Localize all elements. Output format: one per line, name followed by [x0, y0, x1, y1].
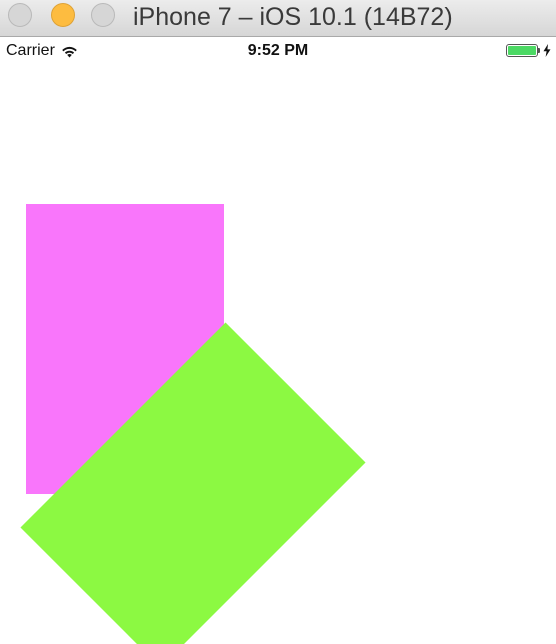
window-title: iPhone 7 – iOS 10.1 (14B72): [133, 3, 453, 31]
carrier-indicator: Carrier: [6, 42, 78, 60]
carrier-label: Carrier: [6, 42, 55, 59]
close-window-button[interactable]: [8, 3, 32, 27]
battery-tip: [538, 48, 540, 53]
status-time: 9:52 PM: [247, 42, 309, 59]
window-titlebar: iPhone 7 – iOS 10.1 (14B72): [0, 0, 556, 37]
charging-bolt-icon: [543, 44, 551, 57]
wifi-icon: [62, 46, 77, 57]
zoom-window-button[interactable]: [91, 3, 115, 27]
app-content-area: [0, 67, 556, 644]
battery-icon: [506, 44, 538, 57]
battery-indicator: [506, 44, 551, 57]
simulator-window: iPhone 7 – iOS 10.1 (14B72) Carrier 9:52…: [0, 0, 556, 644]
battery-level-fill: [508, 46, 536, 55]
minimize-window-button[interactable]: [51, 3, 75, 27]
ios-status-bar: Carrier 9:52 PM: [0, 37, 556, 67]
